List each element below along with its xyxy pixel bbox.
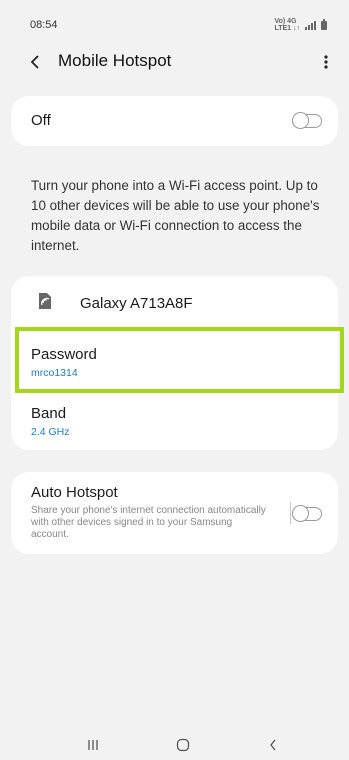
network-name-row[interactable]: Galaxy A713A8F: [11, 276, 338, 328]
status-time: 08:54: [30, 19, 58, 31]
app-bar: Mobile Hotspot: [0, 40, 349, 84]
home-icon[interactable]: [170, 734, 196, 756]
recent-apps-icon[interactable]: [80, 734, 106, 756]
password-row[interactable]: Password mrco1314: [11, 330, 338, 392]
toggle-knob: [292, 112, 309, 129]
signal-icon: [305, 20, 316, 30]
password-label: Password: [31, 346, 97, 363]
network-name: Galaxy A713A8F: [80, 295, 193, 312]
auto-hotspot-card[interactable]: Auto Hotspot Share your phone's internet…: [11, 472, 338, 554]
hotspot-status-label: Off: [31, 112, 51, 129]
toggle-knob: [292, 505, 309, 522]
back-arrow-icon[interactable]: [22, 49, 48, 75]
hotspot-toggle-switch[interactable]: [292, 112, 322, 129]
divider: [290, 502, 291, 524]
back-icon[interactable]: [260, 734, 286, 756]
navigation-bar: [0, 728, 349, 760]
battery-icon: [321, 18, 327, 30]
status-icons: Vo) 4G LTE1 ↓↑: [274, 18, 327, 32]
page-title: Mobile Hotspot: [58, 51, 172, 70]
volte-icon: Vo) 4G LTE1 ↓↑: [274, 18, 300, 32]
auto-hotspot-toggle-switch[interactable]: [292, 505, 322, 522]
more-options-icon[interactable]: [313, 49, 339, 75]
status-bar: 08:54 Vo) 4G LTE1 ↓↑: [0, 0, 349, 40]
band-label: Band: [31, 405, 67, 422]
band-row[interactable]: Band 2.4 GHz: [11, 394, 338, 450]
band-value: 2.4 GHz: [31, 426, 70, 438]
hotspot-device-icon: [37, 292, 53, 310]
network-card: Galaxy A713A8F Password mrco1314 Band 2.…: [11, 276, 338, 450]
hotspot-description: Turn your phone into a Wi-Fi access poin…: [31, 178, 320, 253]
password-value: mrco1314: [31, 367, 78, 379]
hotspot-toggle-card[interactable]: Off: [11, 96, 338, 146]
auto-hotspot-description: Share your phone's internet connection a…: [31, 505, 266, 540]
auto-hotspot-title: Auto Hotspot: [31, 484, 118, 501]
